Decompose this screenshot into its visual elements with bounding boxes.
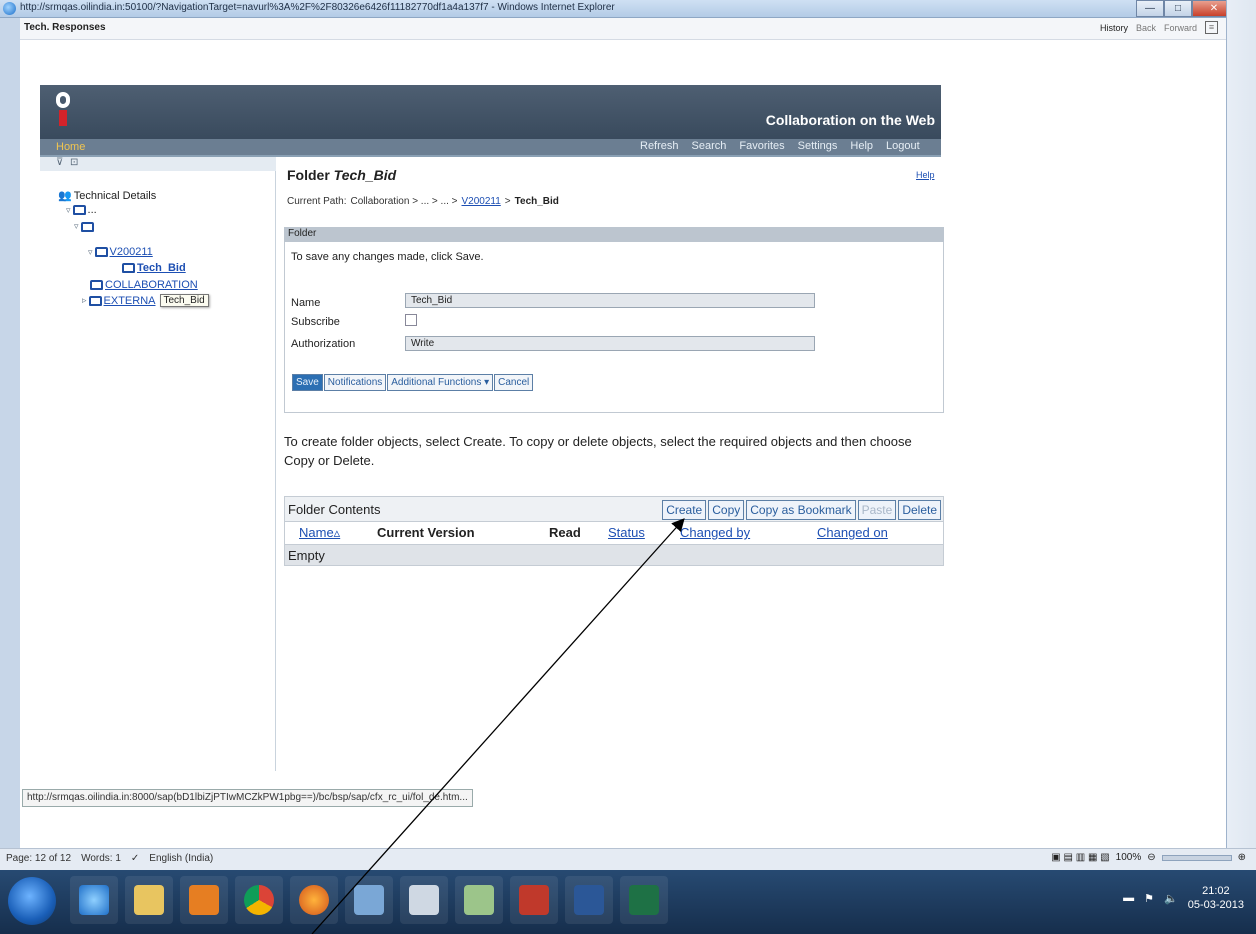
annotation-arrow — [311, 518, 685, 934]
arrow-line — [311, 518, 685, 934]
